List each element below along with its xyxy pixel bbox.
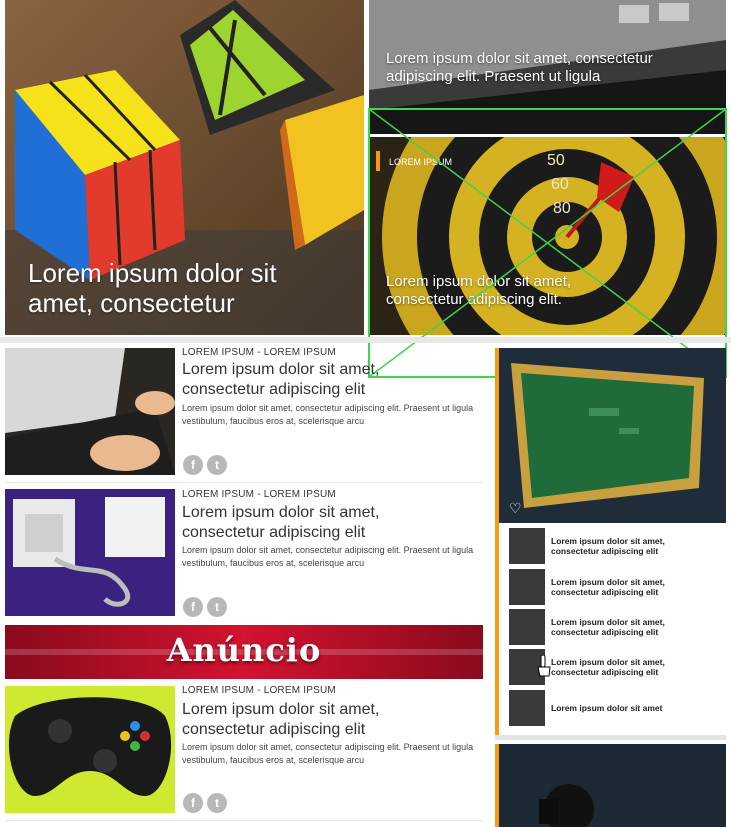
facebook-icon[interactable]: f — [183, 597, 203, 617]
hero-title[interactable]: Lorem ipsum dolor sit amet, consectetur — [28, 258, 328, 318]
laptop-illustration — [5, 348, 175, 475]
facebook-icon[interactable]: f — [183, 455, 203, 475]
article-1-kicker[interactable]: LOREM IPSUM - LOREM IPSUM — [182, 347, 336, 358]
article-3-kicker[interactable]: LOREM IPSUM - LOREM IPSUM — [182, 685, 336, 696]
sidebar-featured-image[interactable]: ♡ — [499, 348, 726, 523]
article-3-title[interactable]: Lorem ipsum dolor sit amet, consectetur … — [182, 700, 432, 740]
sidebar-item-text[interactable]: Lorem ipsum dolor sit amet — [551, 703, 696, 713]
article-1-social: ft — [183, 455, 231, 475]
article-2-title[interactable]: Lorem ipsum dolor sit amet, consectetur … — [182, 503, 432, 543]
sidebar-item-text[interactable]: Lorem ipsum dolor sit amet, consectetur … — [551, 617, 696, 637]
sidebar-item-thumb — [509, 569, 545, 605]
chalkboard-illustration — [499, 348, 726, 523]
twitter-icon[interactable]: t — [207, 597, 227, 617]
article-thumb-laptop[interactable] — [5, 348, 175, 475]
sidebar-item-text[interactable]: Lorem ipsum dolor sit amet, consectetur … — [551, 536, 696, 556]
article-1-title[interactable]: Lorem ipsum dolor sit amet, consectetur … — [182, 360, 432, 400]
article-3-desc: Lorem ipsum dolor sit amet, consectetur … — [182, 742, 474, 765]
hero-image[interactable]: Lorem ipsum dolor sit amet, consectetur — [5, 0, 364, 335]
sidebar-item[interactable]: Lorem ipsum dolor sit amet, consectetur … — [509, 528, 699, 566]
section-separator — [0, 337, 731, 343]
sidebar-item-thumb — [509, 609, 545, 645]
article-2-desc: Lorem ipsum dolor sit amet, consectetur … — [182, 545, 474, 568]
article-1-desc: Lorem ipsum dolor sit amet, consectetur … — [182, 403, 474, 426]
article-2-kicker[interactable]: LOREM IPSUM - LOREM IPSUM — [182, 489, 336, 500]
sidebar-item[interactable]: Lorem ipsum dolor sit amet — [509, 690, 699, 728]
article-divider — [5, 482, 483, 483]
sidebar-item-text[interactable]: Lorem ipsum dolor sit amet, consectetur … — [551, 657, 696, 677]
facebook-icon[interactable]: f — [183, 793, 203, 813]
sidebar-second-image[interactable] — [499, 744, 726, 827]
article-2-social: ft — [183, 597, 231, 617]
twitter-icon[interactable]: t — [207, 793, 227, 813]
controller-illustration — [5, 686, 175, 813]
trophy-illustration — [499, 744, 726, 827]
sidebar-item[interactable]: Lorem ipsum dolor sit amet, consectetur … — [509, 609, 699, 647]
article-divider — [5, 820, 483, 821]
cursor-hand-icon — [536, 654, 552, 677]
twitter-icon[interactable]: t — [207, 455, 227, 475]
article-thumb-controller[interactable] — [5, 686, 175, 813]
heart-icon[interactable]: ♡ — [509, 500, 522, 517]
article-thumb-router[interactable] — [5, 489, 175, 616]
sidebar-item-thumb — [509, 690, 545, 726]
sidebar-item-thumb — [509, 528, 545, 564]
sidebar-item-text[interactable]: Lorem ipsum dolor sit amet, consectetur … — [551, 577, 696, 597]
sidebar-separator — [495, 735, 726, 740]
article-3-social: ft — [183, 793, 231, 813]
router-illustration — [5, 489, 175, 616]
ad-banner[interactable]: Anúncio — [5, 625, 483, 679]
top-right-caption[interactable]: Lorem ipsum dolor sit amet, consectetur … — [386, 50, 716, 86]
sidebar-item[interactable]: Lorem ipsum dolor sit amet, consectetur … — [509, 569, 699, 607]
ad-label: Anúncio — [166, 631, 322, 669]
